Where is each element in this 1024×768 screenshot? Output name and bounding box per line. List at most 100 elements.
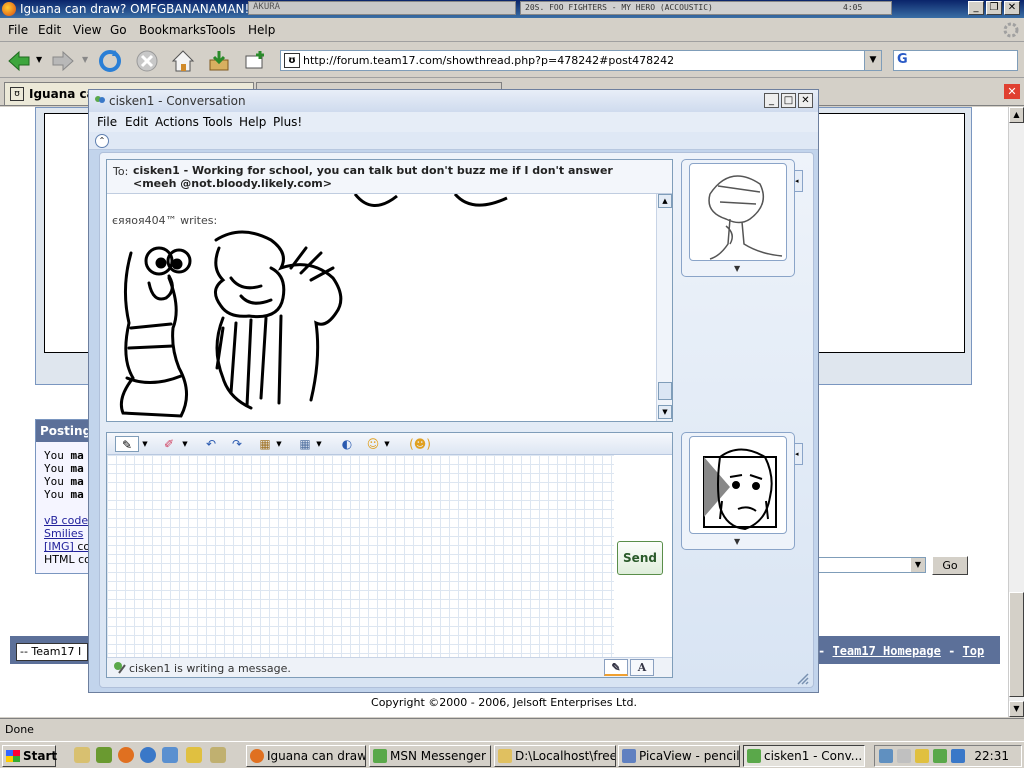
forward-arrow-icon[interactable] xyxy=(50,48,76,74)
menu-bookmarks[interactable]: Bookmarks xyxy=(139,23,206,37)
scroll-thumb[interactable] xyxy=(1009,592,1024,697)
quicklaunch-messenger-icon[interactable] xyxy=(162,747,178,763)
chevron-down-icon[interactable]: ▼ xyxy=(911,558,925,572)
tray-msn-icon[interactable] xyxy=(933,749,947,763)
undo-icon[interactable]: ↶ xyxy=(203,436,219,452)
scroll-down-icon[interactable]: ▼ xyxy=(658,405,672,419)
expand-toolbar-icon[interactable]: ⌃ xyxy=(95,134,109,148)
collapse-panel-icon[interactable]: ◂ xyxy=(795,443,803,465)
downloads-icon[interactable] xyxy=(206,48,232,74)
msn-menu-edit[interactable]: Edit xyxy=(125,115,148,129)
eraser-dropdown-icon[interactable]: ▼ xyxy=(181,436,189,452)
grid-dropdown-icon[interactable]: ▼ xyxy=(315,436,323,452)
menu-file[interactable]: File xyxy=(8,23,28,37)
forward-dropdown-icon[interactable]: ▼ xyxy=(82,55,88,64)
task-conversation[interactable]: cisken1 - Conv... xyxy=(743,745,865,767)
msn-menu-tools[interactable]: Tools xyxy=(203,115,233,129)
go-button[interactable]: Go xyxy=(932,556,968,575)
history-scrollbar[interactable]: ▲ ▼ xyxy=(656,194,672,421)
msn-menu-actions[interactable]: Actions xyxy=(155,115,199,129)
tray-pencil-icon[interactable] xyxy=(915,749,929,763)
redo-icon[interactable]: ↷ xyxy=(229,436,245,452)
url-text[interactable]: http://forum.team17.com/showthread.php?p… xyxy=(303,54,674,67)
menu-go[interactable]: Go xyxy=(110,23,127,37)
menu-tools[interactable]: Tools xyxy=(206,23,236,37)
google-search-icon[interactable]: G xyxy=(897,52,908,67)
pen-dropdown-icon[interactable]: ▼ xyxy=(141,436,149,452)
quicklaunch-search-icon[interactable] xyxy=(74,747,90,763)
previous-drawing xyxy=(353,194,508,207)
scroll-up-icon[interactable]: ▲ xyxy=(1009,107,1024,123)
to-label: To: xyxy=(113,165,129,178)
quicklaunch-ie-icon[interactable] xyxy=(140,747,156,763)
close-button[interactable]: ✕ xyxy=(798,93,813,108)
msn-menu-help[interactable]: Help xyxy=(239,115,266,129)
ink-drawing-area[interactable] xyxy=(107,455,614,657)
vb-code-link[interactable]: vB code xyxy=(44,514,88,527)
start-button[interactable]: Start xyxy=(2,745,57,767)
smilies-link[interactable]: Smilies xyxy=(44,527,83,540)
forum-jump-select[interactable]: ▼ xyxy=(808,557,926,573)
msn-menu-plus[interactable]: Plus! xyxy=(273,115,302,129)
tray-volume-icon[interactable] xyxy=(897,749,911,763)
style-selector[interactable]: -- Team17 I xyxy=(16,643,88,661)
nudge-icon[interactable]: ◐ xyxy=(339,436,355,452)
back-arrow-icon[interactable] xyxy=(6,48,32,74)
stop-icon[interactable] xyxy=(134,48,160,74)
task-picaview[interactable]: PicaView - pencil... xyxy=(618,745,740,767)
team17-homepage-link[interactable]: Team17 Homepage xyxy=(832,644,940,658)
reload-icon[interactable] xyxy=(97,48,123,74)
maximize-button[interactable]: □ xyxy=(781,93,796,108)
resize-grip-icon[interactable] xyxy=(797,673,809,685)
quicklaunch-firefox-icon[interactable] xyxy=(118,747,134,763)
wink-icon[interactable]: (☻) xyxy=(409,436,431,452)
media-player-strip[interactable]: AKURA xyxy=(248,1,516,15)
page-scrollbar[interactable]: ▲ ▼ xyxy=(1008,107,1024,717)
quicklaunch-pencil-icon[interactable] xyxy=(186,747,202,763)
typing-status: cisken1 is writing a message. xyxy=(129,662,291,675)
new-tab-icon[interactable] xyxy=(242,48,268,74)
eraser-icon[interactable]: ✐ xyxy=(161,436,177,452)
maximize-button[interactable]: ❐ xyxy=(986,1,1002,15)
color-grid-icon[interactable]: ▦ xyxy=(257,436,273,452)
scroll-up-icon[interactable]: ▲ xyxy=(658,194,672,208)
ink-mode-icon[interactable]: ✎ xyxy=(604,659,628,676)
quicklaunch-winamp-icon[interactable] xyxy=(96,747,112,763)
search-bar[interactable]: G xyxy=(893,50,1018,71)
close-tab-icon[interactable]: ✕ xyxy=(1004,84,1020,99)
send-button[interactable]: Send xyxy=(617,541,663,575)
scroll-down-icon[interactable]: ▼ xyxy=(1009,701,1024,717)
scroll-thumb[interactable] xyxy=(658,382,672,400)
menu-edit[interactable]: Edit xyxy=(38,23,61,37)
quicklaunch-notes-icon[interactable] xyxy=(210,747,226,763)
emoticon-icon[interactable]: ☺ xyxy=(365,436,381,452)
address-bar[interactable]: ʊ http://forum.team17.com/showthread.php… xyxy=(280,50,882,71)
collapse-panel-icon[interactable]: ◂ xyxy=(795,170,803,192)
task-msn-messenger[interactable]: MSN Messenger xyxy=(369,745,491,767)
menu-view[interactable]: View xyxy=(73,23,101,37)
emoticon-dropdown-icon[interactable]: ▼ xyxy=(383,436,391,452)
top-link[interactable]: Top xyxy=(963,644,985,658)
color-dropdown-icon[interactable]: ▼ xyxy=(275,436,283,452)
contact-avatar[interactable] xyxy=(689,163,787,261)
pen-icon[interactable]: ✎ xyxy=(115,436,139,452)
minimize-button[interactable]: _ xyxy=(968,1,984,15)
my-avatar[interactable] xyxy=(689,436,787,534)
contact-name: cisken1 - Working for school, you can ta… xyxy=(133,164,613,190)
chevron-down-icon[interactable]: ▼ xyxy=(734,537,740,546)
home-icon[interactable] xyxy=(170,48,196,74)
msn-menu-file[interactable]: File xyxy=(97,115,117,129)
tray-network-icon[interactable] xyxy=(879,749,893,763)
background-grid-icon[interactable]: ▦ xyxy=(297,436,313,452)
tray-messenger-icon[interactable] xyxy=(951,749,965,763)
task-explorer[interactable]: D:\Localhost\free... xyxy=(494,745,616,767)
back-dropdown-icon[interactable]: ▼ xyxy=(36,55,42,64)
menu-help[interactable]: Help xyxy=(248,23,275,37)
url-dropdown-icon[interactable]: ▼ xyxy=(864,51,881,70)
img-code-link[interactable]: [IMG] co xyxy=(44,540,90,553)
text-mode-icon[interactable]: A xyxy=(630,659,654,676)
close-button[interactable]: ✕ xyxy=(1004,1,1020,15)
minimize-button[interactable]: _ xyxy=(764,93,779,108)
chevron-down-icon[interactable]: ▼ xyxy=(734,264,740,273)
task-firefox[interactable]: Iguana can draw... xyxy=(246,745,366,767)
